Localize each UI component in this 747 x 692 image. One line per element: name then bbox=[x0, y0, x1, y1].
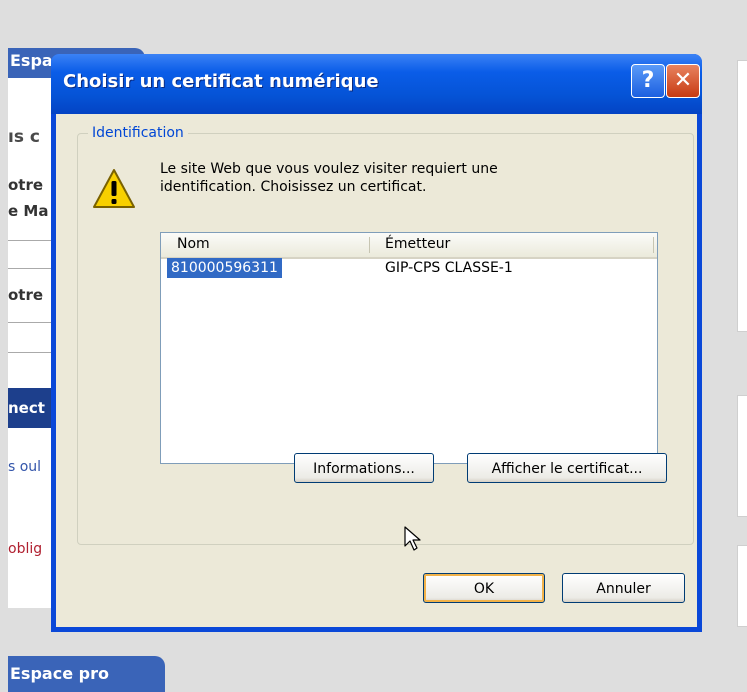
warning-icon bbox=[93, 169, 135, 208]
view-certificate-button[interactable]: Afficher le certificat... bbox=[467, 453, 667, 483]
background-right-panel bbox=[737, 395, 747, 517]
background-tab-espace-pro[interactable]: Espace pro bbox=[8, 656, 165, 692]
background-text-2: e Ma bbox=[8, 202, 49, 220]
close-button[interactable]: ✕ bbox=[666, 64, 700, 98]
column-header-nom[interactable]: Nom bbox=[177, 236, 210, 252]
ok-button[interactable]: OK bbox=[423, 573, 545, 603]
help-icon: ? bbox=[641, 68, 655, 93]
message-line: Le site Web que vous voulez visiter requ… bbox=[160, 161, 498, 177]
mouse-pointer-icon bbox=[404, 526, 421, 551]
background-text-1: otre bbox=[8, 176, 44, 194]
column-separator[interactable] bbox=[369, 237, 370, 253]
identification-group-label: Identification bbox=[88, 125, 188, 141]
dialog-titlebar[interactable]: Choisir un certificat numérique ? ✕ bbox=[51, 54, 702, 114]
dialog-title: Choisir un certificat numérique bbox=[63, 71, 379, 92]
certificate-dialog: Choisir un certificat numérique ? ✕ Iden… bbox=[51, 54, 702, 632]
column-header-emetteur[interactable]: Émetteur bbox=[385, 236, 450, 252]
background-heading: ıs c bbox=[8, 127, 40, 147]
cancel-button[interactable]: Annuler bbox=[562, 573, 685, 603]
table-row[interactable]: 810000596311 GIP-CPS CLASSE-1 bbox=[161, 258, 657, 278]
background-right-panel bbox=[737, 545, 747, 627]
background-forgot-link[interactable]: s oul bbox=[8, 459, 41, 475]
message-line: identification. Choisissez un certificat… bbox=[160, 179, 427, 195]
informations-button[interactable]: Informations... bbox=[294, 453, 434, 483]
identification-message: Le site Web que vous voulez visiter requ… bbox=[160, 160, 620, 196]
list-header: Nom Émetteur bbox=[161, 233, 657, 259]
certificate-issuer-cell[interactable]: GIP-CPS CLASSE-1 bbox=[385, 258, 513, 278]
certificate-name-cell[interactable]: 810000596311 bbox=[167, 258, 282, 278]
close-icon: ✕ bbox=[673, 68, 693, 93]
dialog-body: Identification Le site Web que vous voul… bbox=[56, 114, 697, 627]
help-button[interactable]: ? bbox=[631, 64, 665, 98]
column-separator[interactable] bbox=[653, 237, 654, 253]
background-required-note: oblig bbox=[8, 541, 43, 557]
background-right-panel bbox=[737, 60, 747, 332]
identification-group: Identification Le site Web que vous voul… bbox=[77, 125, 694, 545]
certificate-list[interactable]: Nom Émetteur 810000596311 GIP-CPS CLASSE… bbox=[160, 232, 658, 464]
background-text-3: otre bbox=[8, 286, 44, 304]
